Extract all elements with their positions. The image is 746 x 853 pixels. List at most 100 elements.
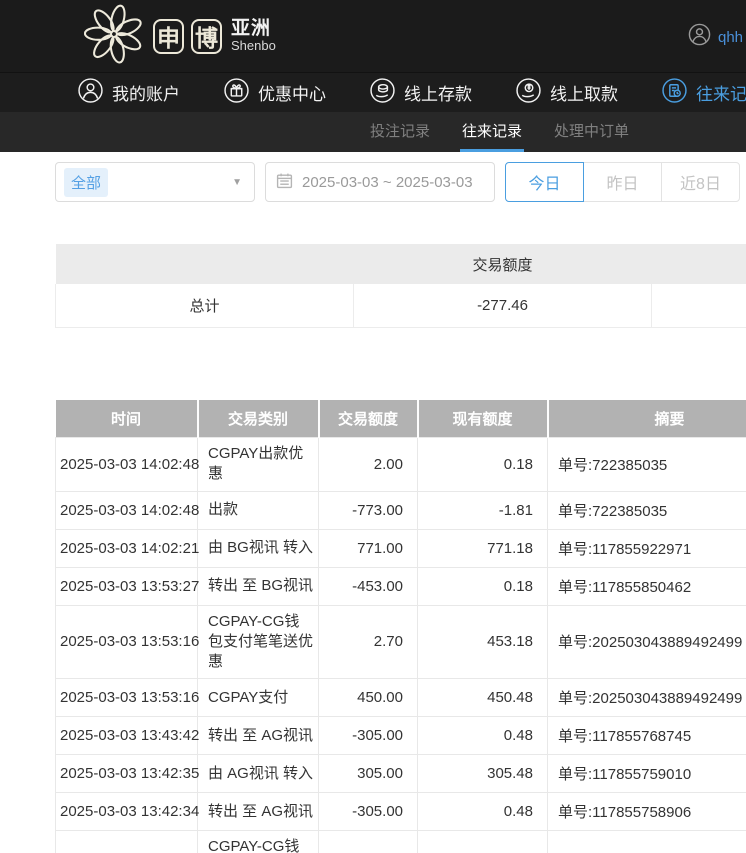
cell-memo: 单号:117855758906 [548,793,746,831]
avatar-icon [688,23,711,51]
brand-char-shen: 申 [153,19,184,54]
filter-row: 全部 ▼ 2025-03-03 ~ 2025-03-03 今日 昨日 近8日 [55,162,746,202]
cell-balance: 450.48 [418,679,548,717]
records-table: 时间 交易类别 交易额度 现有额度 摘要 2025-03-03 14:02:48… [55,400,746,853]
cell-memo: 单号:117855768745 [548,717,746,755]
nav-item-online-withdraw[interactable]: 线上取款 [516,78,618,108]
cell-memo: 单号:202503043889482570 [548,831,746,853]
user-block[interactable]: qhh [688,23,743,51]
summary-header-empty [56,244,354,284]
cell-type: 由 AG视讯 转入 [198,755,319,793]
tab-pending-orders[interactable]: 处理中订单 [552,112,631,152]
date-range-input[interactable]: 2025-03-03 ~ 2025-03-03 [265,162,495,202]
summary-header-row: 交易额度 [56,244,746,284]
nav-item-my-account[interactable]: 我的账户 [78,78,180,108]
table-row: 2025-03-03 13:53:16 CGPAY-CG钱包支付笔笔送优惠 2.… [56,605,746,679]
cell-balance: 0.48 [418,793,548,831]
table-row: 2025-03-03 14:02:48 出款 -773.00 -1.81 单号:… [56,491,746,529]
nav-label: 线上存款 [404,80,472,105]
nav-item-transaction-records[interactable]: 往来记录 [662,78,746,108]
records-header-row: 时间 交易类别 交易额度 现有额度 摘要 [56,400,746,438]
cell-time: 2025-03-03 13:53:16 [56,605,198,679]
last-8-days-button[interactable]: 近8日 [661,162,740,202]
records-icon [662,78,687,108]
cell-memo: 单号:202503043889492499 [548,605,746,679]
tab-transaction-records[interactable]: 往来记录 [460,112,524,152]
cell-type: CGPAY支付 [198,679,319,717]
tab-betting-records[interactable]: 投注记录 [368,112,432,152]
summary-total-row: 总计 -277.46 [56,284,746,327]
col-header-memo: 摘要 [548,400,746,438]
cell-type: 转出 至 BG视讯 [198,567,319,605]
account-icon [78,78,103,108]
cell-amount: 450.00 [319,679,418,717]
cell-amount: -773.00 [319,491,418,529]
cell-amount: 2.00 [319,438,418,492]
brand-logo[interactable]: 申 博 亚洲 Shenbo [0,0,746,72]
brand-region: 亚洲 [231,19,276,39]
cell-type: CGPAY-CG钱包支付笔笔送优惠 [198,831,319,853]
cell-balance: 305.48 [418,755,548,793]
main-nav: 我的账户 优惠中心 [0,72,746,112]
flower-logo-icon [84,4,144,69]
table-row: 2025-03-03 13:42:19 CGPAY-CG钱包支付笔笔送优惠 1.… [56,831,746,853]
chevron-down-icon: ▼ [232,177,242,188]
cell-balance: 0.48 [418,717,548,755]
cell-amount: 1.80 [319,831,418,853]
top-bar: 申 博 亚洲 Shenbo qhh [0,0,746,72]
cell-type: CGPAY-CG钱包支付笔笔送优惠 [198,605,319,679]
date-range-value: 2025-03-03 ~ 2025-03-03 [302,174,473,191]
page: 申 博 亚洲 Shenbo qhh [0,0,746,853]
summary-header-amount: 交易额度 [354,244,652,284]
cell-amount: -305.00 [319,717,418,755]
cell-amount: 771.00 [319,529,418,567]
cell-memo: 单号:722385035 [548,491,746,529]
cell-balance: 771.18 [418,529,548,567]
withdraw-icon [516,78,541,108]
summary-total-extra [652,284,746,327]
cell-balance: -1.81 [418,491,548,529]
summary-total-label: 总计 [56,284,354,327]
cell-memo: 单号:117855850462 [548,567,746,605]
cell-time: 2025-03-03 14:02:48 [56,438,198,492]
nav-item-online-deposit[interactable]: 线上存款 [370,78,472,108]
cell-time: 2025-03-03 13:42:19 [56,831,198,853]
promo-gift-icon [224,78,249,108]
cell-time: 2025-03-03 14:02:48 [56,491,198,529]
nav-item-promo-center[interactable]: 优惠中心 [224,78,326,108]
cell-time: 2025-03-03 14:02:21 [56,529,198,567]
nav-label: 优惠中心 [258,80,326,105]
table-row: 2025-03-03 13:43:42 转出 至 AG视讯 -305.00 0.… [56,717,746,755]
tab-bar: 投注记录 往来记录 处理中订单 [0,112,746,152]
nav-label: 线上取款 [550,80,618,105]
brand-latin: Shenbo [231,39,276,53]
col-header-amount: 交易额度 [319,400,418,438]
nav-label: 往来记录 [696,80,746,105]
table-row: 2025-03-03 13:53:27 转出 至 BG视讯 -453.00 0.… [56,567,746,605]
cell-type: 转出 至 AG视讯 [198,717,319,755]
cell-time: 2025-03-03 13:53:16 [56,679,198,717]
username: qhh [718,29,743,46]
cell-time: 2025-03-03 13:42:34 [56,793,198,831]
cell-balance: 453.18 [418,605,548,679]
cell-type: 由 BG视讯 转入 [198,529,319,567]
today-button[interactable]: 今日 [505,162,584,202]
cell-type: 转出 至 AG视讯 [198,793,319,831]
cell-memo: 单号:202503043889492499 [548,679,746,717]
cell-amount: 305.00 [319,755,418,793]
col-header-time: 时间 [56,400,198,438]
col-header-balance: 现有额度 [418,400,548,438]
summary-total-amount: -277.46 [354,284,652,327]
cell-time: 2025-03-03 13:42:35 [56,755,198,793]
summary-table: 交易额度 总计 -277.46 [55,244,746,328]
type-select-value: 全部 [64,168,108,197]
col-header-type: 交易类别 [198,400,319,438]
cell-amount: -453.00 [319,567,418,605]
cell-memo: 单号:722385035 [548,438,746,492]
calendar-icon [276,172,293,193]
cell-time: 2025-03-03 13:43:42 [56,717,198,755]
yesterday-button[interactable]: 昨日 [583,162,662,202]
table-row: 2025-03-03 13:42:34 转出 至 AG视讯 -305.00 0.… [56,793,746,831]
type-select[interactable]: 全部 ▼ [55,162,255,202]
table-row: 2025-03-03 14:02:48 CGPAY出款优惠 2.00 0.18 … [56,438,746,492]
